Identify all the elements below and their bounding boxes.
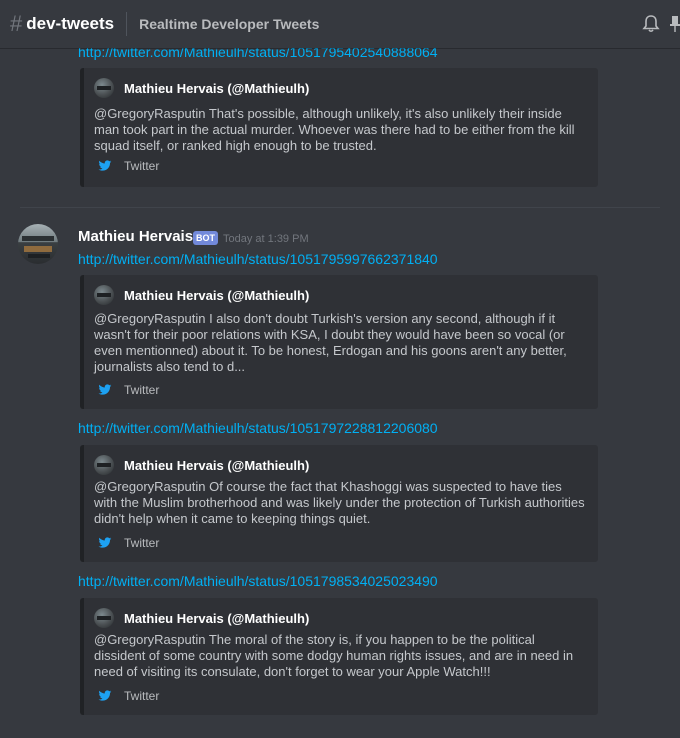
- channel-header: # dev-tweets Realtime Developer Tweets: [0, 0, 680, 48]
- embed-description: @GregoryRasputin I also don't doubt Turk…: [94, 311, 567, 374]
- embed-author-name[interactable]: Mathieu Hervais (@Mathieulh): [124, 288, 309, 303]
- channel-hash-icon: #: [10, 11, 23, 36]
- avatar[interactable]: [18, 224, 58, 264]
- embed-footer-text: Twitter: [124, 536, 160, 550]
- embed-footer: Twitter: [98, 536, 159, 550]
- embed-author-avatar: [94, 608, 114, 628]
- twitter-icon: [98, 160, 112, 171]
- message-timestamp[interactable]: Today at 1:39 PM: [223, 233, 309, 245]
- header-divider: [126, 12, 128, 36]
- embed-footer-text: Twitter: [124, 383, 160, 397]
- message-divider: [20, 207, 660, 208]
- embed-author-name[interactable]: Mathieu Hervais (@Mathieulh): [124, 611, 309, 626]
- embed-author[interactable]: Mathieu Hervais (@Mathieulh): [94, 608, 309, 628]
- tweet-embed: Mathieu Hervais (@Mathieulh) @GregoryRas…: [80, 445, 598, 562]
- embed-author[interactable]: Mathieu Hervais (@Mathieulh): [94, 285, 309, 305]
- bell-icon[interactable]: [641, 14, 661, 34]
- embed-author-avatar: [94, 455, 114, 475]
- tweet-embed: Mathieu Hervais (@Mathieulh) @GregoryRas…: [80, 598, 598, 715]
- channel-topic: Realtime Developer Tweets: [139, 16, 320, 32]
- embed-author[interactable]: Mathieu Hervais (@Mathieulh): [94, 455, 309, 475]
- embed-author[interactable]: Mathieu Hervais (@Mathieulh): [94, 78, 309, 98]
- pin-icon[interactable]: [668, 14, 680, 34]
- embed-author-name[interactable]: Mathieu Hervais (@Mathieulh): [124, 458, 309, 473]
- tweet-embed: Mathieu Hervais (@Mathieulh) @GregoryRas…: [80, 275, 598, 409]
- embed-footer: Twitter: [98, 383, 159, 397]
- embed-author-name[interactable]: Mathieu Hervais (@Mathieulh): [124, 81, 309, 96]
- tweet-embed: Mathieu Hervais (@Mathieulh) @GregoryRas…: [80, 68, 598, 187]
- embed-description: @GregoryRasputin Of course the fact that…: [94, 479, 585, 526]
- twitter-icon: [98, 690, 112, 701]
- bot-badge: BOT: [193, 231, 218, 245]
- tweet-link[interactable]: http://twitter.com/Mathieulh/status/1051…: [78, 420, 438, 436]
- embed-description: @GregoryRasputin The moral of the story …: [94, 632, 574, 679]
- message-list[interactable]: http://twitter.com/Mathieulh/status/1051…: [0, 48, 680, 738]
- embed-footer-text: Twitter: [124, 689, 160, 703]
- embed-description: @GregoryRasputin That's possible, althou…: [94, 106, 575, 153]
- embed-footer: Twitter: [98, 159, 159, 173]
- twitter-icon: [98, 384, 112, 395]
- tweet-link[interactable]: http://twitter.com/Mathieulh/status/1051…: [78, 573, 438, 589]
- embed-footer: Twitter: [98, 689, 159, 703]
- message-author-name[interactable]: Mathieu Hervais: [78, 228, 193, 245]
- tweet-link[interactable]: http://twitter.com/Mathieulh/status/1051…: [78, 251, 438, 267]
- embed-author-avatar: [94, 78, 114, 98]
- tweet-link[interactable]: http://twitter.com/Mathieulh/status/1051…: [78, 48, 438, 60]
- channel-name[interactable]: dev-tweets: [26, 14, 114, 34]
- embed-author-avatar: [94, 285, 114, 305]
- twitter-icon: [98, 537, 112, 548]
- embed-footer-text: Twitter: [124, 159, 160, 173]
